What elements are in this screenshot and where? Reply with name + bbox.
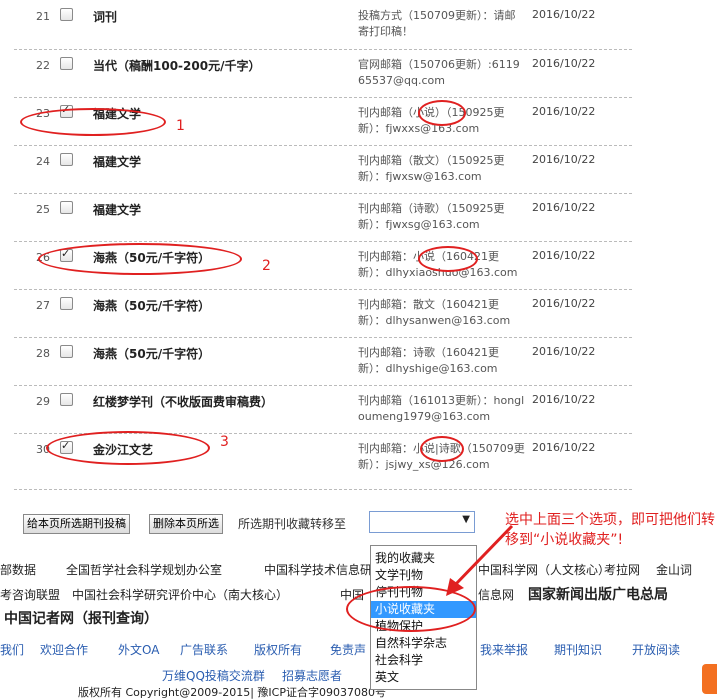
footer-nav-link[interactable]: 期刊知识	[554, 641, 602, 658]
annotation-ellipse-2b	[418, 246, 478, 272]
submission-info: 官网邮箱（150706更新）:611965537@qq.com	[358, 58, 520, 87]
row-number: 25	[36, 203, 50, 216]
update-date: 2016/10/22	[532, 153, 596, 166]
row-number: 27	[36, 299, 50, 312]
submission-info: 刊内邮箱（诗歌）（150925更新）：fjwxsg@163.com	[358, 202, 505, 231]
submission-info: 刊内邮箱：散文（160421更新）：dlhysanwen@163.com	[358, 298, 511, 327]
row-number: 24	[36, 155, 50, 168]
submit-selected-button[interactable]: 给本页所选期刊投稿	[23, 514, 130, 534]
row-number: 21	[36, 10, 50, 23]
annotation-ellipse-3b	[420, 436, 464, 462]
dropdown-option[interactable]: 社会科学	[371, 652, 476, 669]
row-checkbox[interactable]	[60, 8, 73, 21]
row-checkbox[interactable]	[60, 345, 73, 358]
footer-link[interactable]: 全国哲学社会科学规划办公室	[66, 561, 222, 578]
update-date: 2016/10/22	[532, 57, 596, 70]
delete-selected-button[interactable]: 删除本页所选	[149, 514, 223, 534]
journal-name[interactable]: 福建文学	[93, 201, 141, 218]
footer-nav-link[interactable]: 我们	[0, 641, 24, 658]
row-checkbox[interactable]	[60, 297, 73, 310]
footer-nav-link[interactable]: 开放阅读	[632, 641, 680, 658]
update-date: 2016/10/22	[532, 345, 596, 358]
submission-info: 刊内邮箱：诗歌（160421更新）：dlhyshige@163.com	[358, 346, 499, 375]
footer-link[interactable]: 部数据	[0, 561, 36, 578]
dropdown-option[interactable]: 英文	[371, 669, 476, 686]
footer-nav-link[interactable]: 招募志愿者	[282, 667, 342, 684]
footer-link[interactable]: 考咨询联盟	[0, 586, 60, 603]
annotation-number-2: 2	[262, 258, 271, 274]
footer-nav-link[interactable]: 我来举报	[480, 641, 528, 658]
footer-nav-link[interactable]: 版权所有	[254, 641, 302, 658]
footer-link[interactable]: 中国记者网（报刊查询）	[4, 608, 158, 628]
annotation-ellipse-1b	[418, 100, 466, 126]
row-number: 22	[36, 59, 50, 72]
update-date: 2016/10/22	[532, 249, 596, 262]
update-date: 2016/10/22	[532, 8, 596, 21]
footer-link[interactable]: 考拉网	[604, 561, 640, 578]
row-checkbox[interactable]	[60, 201, 73, 214]
footer-link[interactable]: 中国科学技术信息研	[264, 561, 372, 578]
annotation-callout: 选中上面三个选项，即可把他们转移到“小说收藏夹”!	[505, 512, 715, 548]
submission-info: 刊内邮箱（散文）（150925更新）：fjwxsw@163.com	[358, 154, 505, 183]
table-row: 25 福建文学 刊内邮箱（诗歌）（150925更新）：fjwxsg@163.com 2…	[14, 193, 632, 242]
corner-logo-icon	[702, 664, 717, 694]
journal-name[interactable]: 海燕（50元/千字符）	[93, 297, 210, 314]
table-row: 24 福建文学 刊内邮箱（散文）（150925更新）：fjwxsw@163.com 2…	[14, 145, 632, 194]
update-date: 2016/10/22	[532, 441, 596, 454]
footer-link[interactable]: 金山词	[656, 561, 692, 578]
table-row: 29 红楼梦学刊（不收版面费审稿费） 刊内邮箱（161013更新）：hongloum…	[14, 385, 632, 434]
update-date: 2016/10/22	[532, 105, 596, 118]
journal-name[interactable]: 海燕（50元/千字符）	[93, 345, 210, 362]
footer-nav-link[interactable]: 广告联系	[180, 641, 228, 658]
submission-info: 投稿方式（150709更新）：请邮寄打印稿！	[358, 9, 516, 38]
journal-name[interactable]: 当代（稿酬100-200元/千字）	[93, 57, 260, 74]
annotation-ellipse-2	[38, 243, 242, 275]
copyright-text: 版权所有 Copyright@2009-2015| 豫ICP证合字0903708…	[78, 686, 386, 699]
row-checkbox[interactable]	[60, 57, 73, 70]
journal-name[interactable]: 红楼梦学刊（不收版面费审稿费）	[93, 393, 273, 410]
update-date: 2016/10/22	[532, 201, 596, 214]
row-number: 29	[36, 395, 50, 408]
annotation-ellipse-3	[46, 431, 210, 465]
journal-name[interactable]: 福建文学	[93, 153, 141, 170]
annotation-ellipse-1	[20, 108, 166, 136]
footer-nav-link[interactable]: 万维QQ投稿交流群	[162, 667, 265, 684]
footer-nav-link[interactable]: 外文OA	[118, 641, 159, 658]
table-row: 27 海燕（50元/千字符） 刊内邮箱：散文（160421更新）：dlhysanwe…	[14, 289, 632, 338]
update-date: 2016/10/22	[532, 393, 596, 406]
row-number: 28	[36, 347, 50, 360]
journal-name[interactable]: 词刊	[93, 8, 117, 25]
annotation-arrow-icon	[446, 524, 514, 596]
dropdown-option[interactable]: 自然科学杂志	[371, 635, 476, 652]
update-date: 2016/10/22	[532, 297, 596, 310]
table-row: 28 海燕（50元/千字符） 刊内邮箱：诗歌（160421更新）：dlhyshige…	[14, 337, 632, 386]
annotation-number-3: 3	[220, 434, 229, 450]
footer-nav-link[interactable]: 免责声	[330, 641, 366, 658]
table-row: 21 词刊 投稿方式（150709更新）：请邮寄打印稿！ 2016/10/22	[14, 0, 632, 50]
move-label: 所选期刊收藏转移至	[238, 517, 347, 531]
submission-info: 刊内邮箱（161013更新）：hongloumeng1979@163.com	[358, 394, 525, 423]
footer-link[interactable]: 中国社会科学研究评价中心（南大核心）	[72, 586, 288, 603]
row-checkbox[interactable]	[60, 153, 73, 166]
row-checkbox[interactable]	[60, 393, 73, 406]
table-row: 22 当代（稿酬100-200元/千字） 官网邮箱（150706更新）:611965…	[14, 49, 632, 98]
annotation-number-1: 1	[176, 118, 185, 134]
footer-nav-link[interactable]: 欢迎合作	[40, 641, 88, 658]
footer-link[interactable]: 国家新闻出版广电总局	[528, 584, 668, 604]
